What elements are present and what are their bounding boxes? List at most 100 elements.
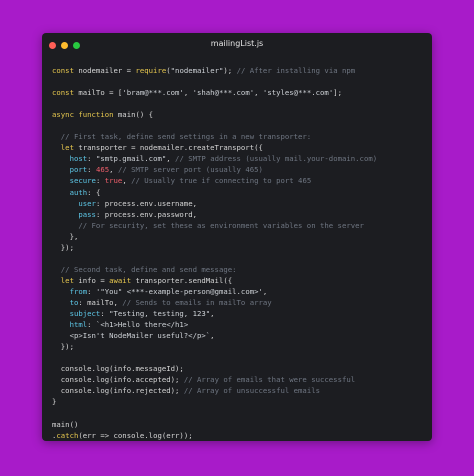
code-line: } (52, 396, 428, 407)
code-token: true (104, 176, 123, 186)
code-token: (info.rejected); (109, 386, 180, 396)
code-line: }); (52, 341, 428, 352)
code-token: } (52, 397, 57, 407)
code-token: log (148, 430, 162, 440)
code-token: to (52, 297, 79, 307)
code-token: main (117, 110, 136, 120)
code-token: , (254, 88, 263, 98)
code-token: await (109, 275, 136, 285)
code-token: console. (52, 386, 96, 396)
code-token: secure (52, 176, 96, 186)
code-editor: const nodemailer = require("nodemailer")… (52, 65, 428, 441)
code-token: : (87, 165, 96, 175)
code-token: ({ (223, 275, 233, 285)
code-token: (err => console. (78, 430, 149, 440)
code-line: // First task, define send settings in a… (52, 131, 428, 142)
code-token: , (183, 88, 193, 98)
code-token: (info.messageId); (109, 364, 184, 374)
code-line: console.log(info.rejected); // Array of … (52, 385, 428, 396)
code-token: let (52, 143, 79, 153)
code-line: secure: true, // Usually true if connect… (52, 175, 428, 186)
code-token: log (95, 375, 110, 385)
window-title: mailingList.js (210, 39, 264, 48)
code-token: <p>Isn't NodeMailer useful?</p>` (52, 331, 211, 341)
code-token: // After installing via npm (232, 66, 356, 75)
code-token: "nodemailer" (170, 66, 224, 75)
code-token: , (210, 331, 215, 341)
code-token: '"You" <***-example-person@gmail.com>' (95, 286, 263, 296)
code-token: 'shah@***.com' (192, 88, 255, 98)
code-token: transporter = nodemailer. (78, 143, 189, 153)
code-token: async function (52, 110, 118, 120)
code-line: <p>Isn't NodeMailer useful?</p>`, (52, 330, 428, 341)
code-line: host: "smtp.gmail.com", // SMTP address … (52, 153, 428, 164)
code-token: }); (52, 242, 74, 252)
code-line: }, (52, 231, 428, 242)
code-line: .catch(err => console.log(err)); (52, 430, 428, 441)
code-line: let info = await transporter.sendMail({ (52, 275, 428, 286)
code-line: user: process.env.username, (52, 198, 428, 209)
code-token: require (135, 66, 167, 75)
code-token: : (100, 309, 110, 319)
code-token: mailTo = [ (78, 88, 123, 98)
code-token: , (262, 286, 268, 296)
code-token: () (69, 419, 79, 429)
code-token: const (52, 66, 79, 75)
code-line: auth: { (52, 187, 428, 198)
code-token: log (95, 386, 110, 396)
code-token: nodemailer = (78, 66, 136, 75)
code-token: : mailTo, (78, 297, 118, 307)
code-token: 'bram@***.com' (122, 88, 184, 98)
code-token: // Sends to emails in mailTo array (117, 297, 272, 307)
code-token: // Usually true if connecting to port 46… (126, 176, 312, 186)
code-token: const (52, 88, 79, 98)
code-token: : (95, 176, 105, 186)
code-token: (info.accepted); (109, 375, 180, 385)
code-line: }); (52, 242, 428, 253)
code-token: ); (223, 66, 233, 75)
code-line: const mailTo = ['bram@***.com', 'shah@**… (52, 87, 428, 98)
code-token: log (95, 364, 110, 374)
code-token: // For security, set these as environmen… (52, 220, 364, 230)
code-token: () { (135, 110, 154, 120)
code-token: transporter. (135, 275, 189, 285)
code-line: to: mailTo, // Sends to emails in mailTo… (52, 297, 428, 308)
code-token: // Array of unsuccessful emails (179, 386, 321, 396)
code-token: : process.env.username, (95, 198, 197, 208)
code-token: host (52, 154, 88, 164)
code-token: // First task, define send settings in a… (52, 132, 312, 142)
code-token: // Array of emails that were successful (179, 375, 356, 385)
code-line: // For security, set these as environmen… (52, 220, 428, 231)
code-token: pass (52, 209, 96, 219)
code-token: // Second task, define and send message: (52, 264, 237, 274)
code-token: : (87, 154, 96, 164)
code-token: (err)); (161, 430, 193, 440)
code-line: pass: process.env.password, (52, 209, 428, 220)
code-token: port (52, 165, 88, 175)
code-token: : { (87, 187, 101, 197)
code-token: sendMail (188, 275, 224, 285)
code-token: catch (56, 430, 79, 440)
code-token: subject (52, 309, 101, 319)
code-token: : process.env.password, (95, 209, 197, 219)
code-token: 465 (95, 165, 110, 175)
code-token: // SMTP address (usually mail.your-domai… (170, 154, 378, 164)
code-token: "smtp.gmail.com" (95, 154, 167, 164)
code-line: console.log(info.messageId); (52, 363, 428, 374)
code-token: let (52, 275, 79, 285)
code-line: main() (52, 419, 428, 430)
code-token: , (210, 309, 215, 319)
code-token: html (52, 320, 88, 330)
code-line: let transporter = nodemailer.createTrans… (52, 142, 428, 153)
code-token: auth (52, 187, 88, 197)
code-line: console.log(info.accepted); // Array of … (52, 374, 428, 385)
code-line: const nodemailer = require("nodemailer")… (52, 65, 428, 76)
code-token: // SMTP server port (usually 465) (113, 165, 263, 175)
code-line: // Second task, define and send message: (52, 264, 428, 275)
code-token: console. (52, 375, 96, 385)
